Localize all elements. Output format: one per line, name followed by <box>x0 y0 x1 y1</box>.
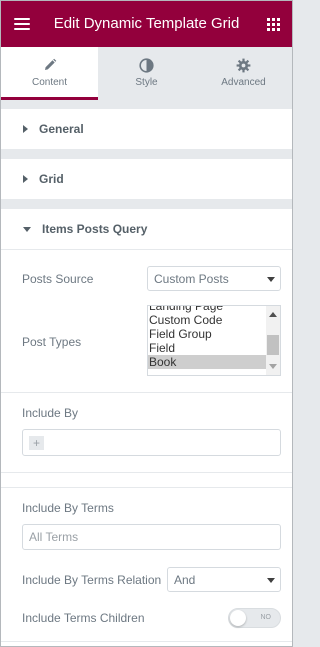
list-option[interactable]: Field Group <box>148 327 280 341</box>
add-icon[interactable]: + <box>29 436 44 450</box>
caret-right-icon <box>23 125 28 133</box>
switch-state-text: NO <box>260 614 272 621</box>
divider <box>1 392 292 393</box>
section-title: General <box>39 122 84 136</box>
include-by-label: Include By <box>22 406 79 420</box>
select-value: And <box>174 572 196 587</box>
section-grid[interactable]: Grid <box>1 159 292 199</box>
panel-title: Edit Dynamic Template Grid <box>53 15 240 32</box>
include-terms-children-label: Include Terms Children <box>22 611 145 625</box>
tab-label: Style <box>135 77 158 88</box>
section-header[interactable]: Grid <box>1 159 292 199</box>
post-types-label: Post Types <box>22 335 82 349</box>
include-by-terms-relation-select[interactable]: And <box>167 567 281 592</box>
section-header[interactable]: General <box>1 109 292 149</box>
include-by-input[interactable]: + <box>22 429 281 456</box>
chevron-down-icon <box>267 277 275 282</box>
tab-style[interactable]: Style <box>98 47 195 100</box>
include-by-terms-input[interactable]: All Terms <box>22 524 281 550</box>
include-by-terms-label: Include By Terms <box>22 501 114 515</box>
panel-tabs: Content Style Advanced <box>1 47 292 100</box>
grid-icon[interactable] <box>267 18 280 31</box>
editor-panel: Edit Dynamic Template Grid Content Style… <box>0 0 293 647</box>
tab-content[interactable]: Content <box>1 47 98 100</box>
tab-label: Advanced <box>221 77 266 88</box>
spacer <box>1 473 292 487</box>
section-general[interactable]: General <box>1 109 292 149</box>
scroll-up-icon[interactable] <box>269 312 277 317</box>
caret-down-icon <box>23 226 31 232</box>
divider <box>1 641 292 642</box>
include-terms-children-switch[interactable]: NO <box>228 608 281 628</box>
list-option[interactable]: Field <box>148 341 280 355</box>
gear-icon <box>195 57 292 73</box>
contrast-icon <box>98 57 195 73</box>
scrollbar-thumb[interactable] <box>267 335 279 355</box>
tab-advanced[interactable]: Advanced <box>195 47 292 100</box>
tab-label: Content <box>31 77 68 88</box>
post-types-multiselect[interactable]: Landing Page Custom Code Field Group Fie… <box>147 305 281 376</box>
pencil-icon <box>1 57 98 73</box>
panel-header: Edit Dynamic Template Grid <box>1 1 292 47</box>
divider <box>1 487 292 488</box>
include-by-terms-relation-label: Include By Terms Relation <box>22 573 162 587</box>
posts-source-label: Posts Source <box>22 272 94 286</box>
section-header[interactable]: Items Posts Query <box>1 209 292 249</box>
posts-source-select[interactable]: Custom Posts <box>147 266 281 291</box>
section-title: Grid <box>39 172 64 186</box>
switch-knob <box>230 610 246 626</box>
list-option[interactable]: Custom Code <box>148 313 280 327</box>
scroll-down-icon[interactable] <box>269 364 277 369</box>
input-placeholder: All Terms <box>29 530 79 544</box>
list-option[interactable]: Landing Page <box>148 306 280 313</box>
select-value: Custom Posts <box>154 271 229 286</box>
listbox-scrollbar[interactable] <box>266 306 280 375</box>
caret-right-icon <box>23 175 28 183</box>
divider <box>1 249 292 250</box>
section-title: Items Posts Query <box>42 222 148 236</box>
chevron-down-icon <box>267 578 275 583</box>
list-option-selected[interactable]: Book <box>148 355 280 369</box>
